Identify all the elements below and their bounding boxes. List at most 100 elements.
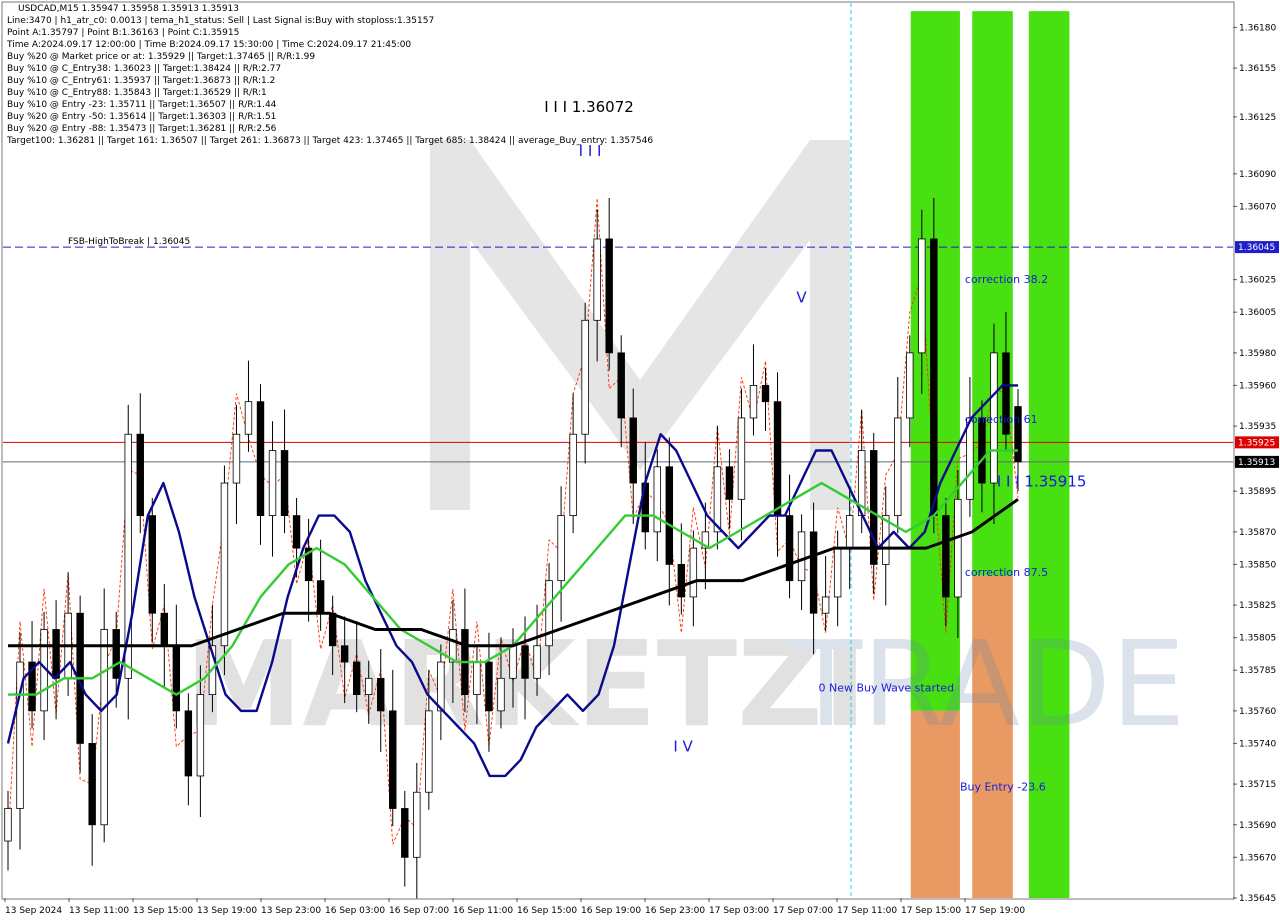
x-tick-label: 16 Sep 07:00 xyxy=(389,906,449,916)
candle-body xyxy=(401,808,409,858)
chart-annotation: I I I 1.35915 xyxy=(997,472,1087,490)
candle-body xyxy=(389,710,397,809)
candle-body xyxy=(894,417,902,516)
y-tick-label: 1.36125 xyxy=(1239,113,1276,123)
info-line: Buy %20 @ Market price or at: 1.35929 ||… xyxy=(7,52,316,62)
candle-body xyxy=(629,417,637,484)
x-tick-label: 13 Sep 2024 xyxy=(5,906,62,916)
candle-body xyxy=(906,352,914,419)
candle-body xyxy=(244,401,253,435)
candle-body xyxy=(749,385,758,419)
y-tick-label: 1.35760 xyxy=(1239,707,1276,717)
candle-body xyxy=(148,515,156,614)
x-tick-label: 16 Sep 23:00 xyxy=(645,906,705,916)
candle-body xyxy=(581,319,589,435)
x-tick-label: 16 Sep 11:00 xyxy=(453,906,513,916)
candle-body xyxy=(521,645,529,679)
watermark-left: MARKETZI xyxy=(185,615,867,753)
candle-body xyxy=(569,433,577,516)
y-tick-label: 1.36070 xyxy=(1239,202,1276,212)
candle-body xyxy=(809,531,818,614)
y-tick-label: 1.35670 xyxy=(1239,853,1276,863)
candle-body xyxy=(689,547,698,598)
candle-body xyxy=(942,515,950,598)
zone-band xyxy=(972,11,1013,576)
x-tick-label: 17 Sep 15:00 xyxy=(901,906,961,916)
candle-body xyxy=(845,515,854,549)
candle-body xyxy=(954,498,962,598)
candle-body xyxy=(377,677,385,712)
candle-body xyxy=(160,612,169,647)
info-line: Buy %20 @ Entry -50: 1.35614 || Target:1… xyxy=(7,112,277,122)
x-tick-label: 13 Sep 15:00 xyxy=(133,906,193,916)
candle-body xyxy=(605,238,613,354)
candle-body xyxy=(785,515,794,582)
candle-body xyxy=(665,466,674,565)
candle-body xyxy=(352,661,361,695)
candle-body xyxy=(292,515,301,549)
candle-body xyxy=(545,580,553,647)
level-label: FSB-HighToBreak | 1.36045 xyxy=(68,237,190,247)
info-line: Buy %10 @ C_Entry38: 1.36023 || Target:1… xyxy=(7,64,282,74)
info-line: Buy %10 @ C_Entry88: 1.35843 || Target:1… xyxy=(7,88,267,98)
candle-body xyxy=(485,661,493,712)
y-tick-label: 1.36155 xyxy=(1239,64,1276,74)
info-line: Buy %10 @ Entry -23: 1.35711 || Target:1… xyxy=(7,100,277,110)
candle-body xyxy=(737,417,746,500)
y-tick-label: 1.36025 xyxy=(1239,276,1276,286)
candle-body xyxy=(4,808,12,842)
candle-body xyxy=(473,661,481,695)
chart-annotation: correction 61 xyxy=(965,413,1038,426)
x-tick-label: 13 Sep 19:00 xyxy=(197,906,257,916)
candle-body xyxy=(232,433,241,484)
candle-body xyxy=(930,238,938,516)
y-tick-label: 1.35740 xyxy=(1239,739,1276,749)
candle-body xyxy=(725,466,734,500)
candle-body xyxy=(220,482,229,647)
candle-body xyxy=(677,564,686,598)
y-tick-label: 1.35895 xyxy=(1239,487,1276,497)
zone-band xyxy=(1028,11,1070,899)
watermark-logo xyxy=(430,140,850,510)
candle-body xyxy=(100,629,108,826)
x-tick-label: 17 Sep 11:00 xyxy=(837,906,897,916)
info-line: Time A:2024.09.17 12:00:00 | Time B:2024… xyxy=(7,40,412,50)
chart-annotation: 0 New Buy Wave started xyxy=(818,681,954,694)
candle-body xyxy=(196,694,205,777)
info-line: Line:3470 | h1_atr_c0: 0.0013 | tema_h1_… xyxy=(7,16,435,26)
y-tick-label: 1.35870 xyxy=(1239,528,1276,538)
candle-body xyxy=(797,531,806,582)
candle-body xyxy=(52,629,60,679)
chart-annotation: correction 38.2 xyxy=(965,273,1048,286)
candle-body xyxy=(88,743,96,826)
candle-body xyxy=(533,645,541,679)
candle-body xyxy=(340,645,349,663)
candle-body xyxy=(773,401,782,516)
y-tick-label: 1.35960 xyxy=(1239,381,1276,391)
candle-body xyxy=(593,238,601,321)
x-tick-label: 17 Sep 07:00 xyxy=(773,906,833,916)
info-line: Buy %10 @ C_Entry61: 1.35937 || Target:1… xyxy=(7,76,276,86)
price-axis[interactable]: 1.36180 1.36155 1.36125 1.36090 1.36070 1.360… xyxy=(1233,23,1279,904)
y-tick-label: 1.36005 xyxy=(1239,308,1276,318)
y-tick-label: 1.35825 xyxy=(1239,601,1276,611)
y-tick-label: 1.35980 xyxy=(1239,349,1276,359)
y-tick-label: 1.35785 xyxy=(1239,666,1276,676)
info-line: Target100: 1.36281 || Target 161: 1.3650… xyxy=(7,136,654,146)
x-tick-label: 13 Sep 23:00 xyxy=(261,906,321,916)
chart-annotation: I I I 1.36072 xyxy=(544,98,634,116)
candle-body xyxy=(328,612,337,647)
candle-body xyxy=(821,596,830,614)
time-axis[interactable]: 13 Sep 2024 13 Sep 11:00 13 Sep 15:00 13 Se… xyxy=(4,898,1025,916)
candle-body xyxy=(136,433,144,516)
candle-body xyxy=(978,417,986,484)
candle-body xyxy=(256,401,265,516)
x-tick-label: 17 Sep 19:00 xyxy=(965,906,1025,916)
price-tag-label: 1.35925 xyxy=(1238,438,1275,448)
y-tick-label: 1.35935 xyxy=(1239,422,1276,432)
y-tick-label: 1.36180 xyxy=(1239,23,1276,33)
y-tick-label: 1.36090 xyxy=(1239,170,1276,180)
candle-body xyxy=(918,238,926,354)
price-tag-label: 1.36045 xyxy=(1238,243,1275,253)
candle-body xyxy=(365,677,373,695)
